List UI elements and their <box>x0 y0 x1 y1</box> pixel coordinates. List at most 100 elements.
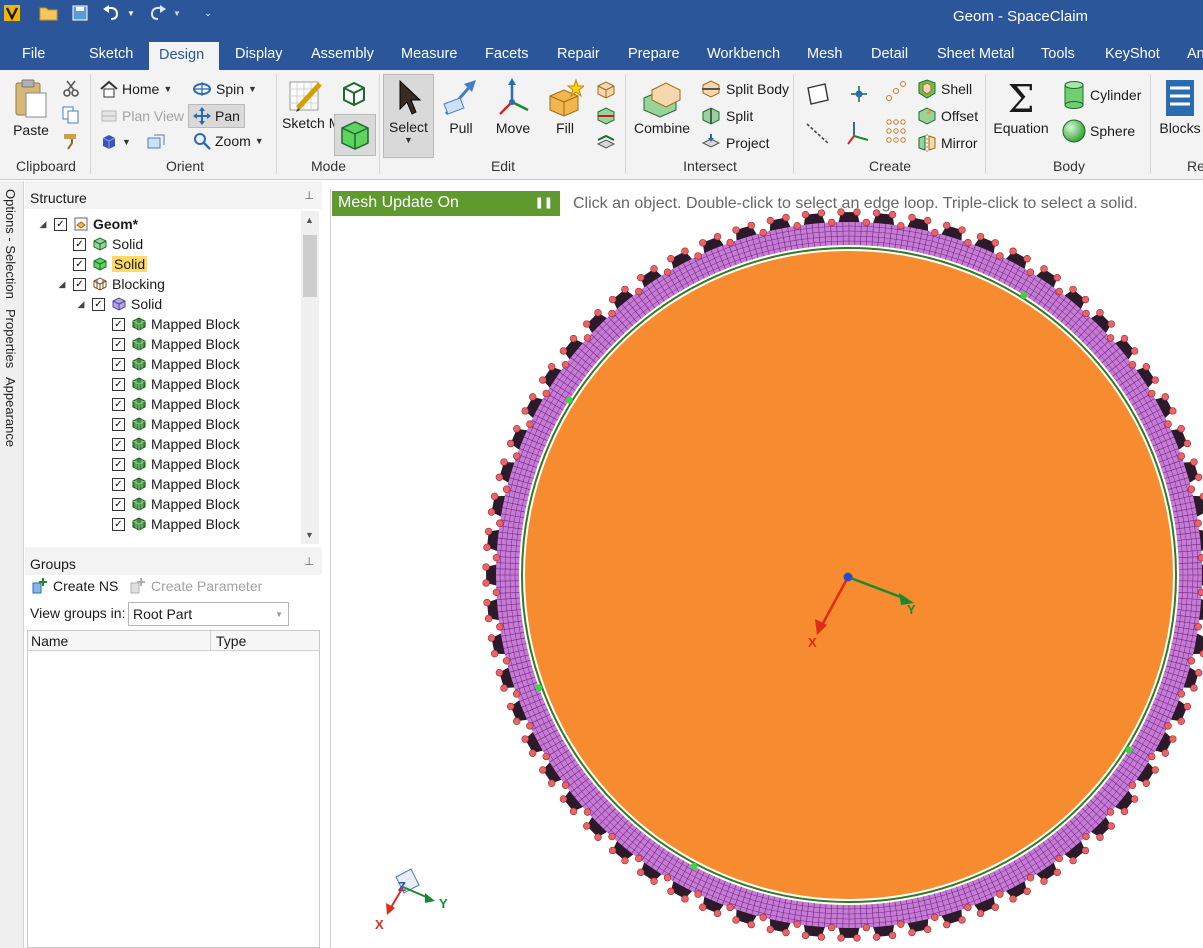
mesh-vertex[interactable] <box>766 216 775 225</box>
mesh-vertex[interactable] <box>492 553 501 562</box>
mesh-vertex[interactable] <box>1169 735 1177 743</box>
model-view[interactable]: Y X Z Y X <box>331 189 1203 948</box>
mesh-vertex[interactable] <box>726 903 734 912</box>
mesh-vertex[interactable] <box>964 238 972 247</box>
tree-node-mapped-block[interactable]: ✓ Mapped Block <box>25 334 301 354</box>
app-logo-icon[interactable] <box>2 2 22 24</box>
mesh-vertex[interactable] <box>1169 407 1177 415</box>
edge-marker[interactable] <box>1125 746 1133 754</box>
mesh-vertex[interactable] <box>547 779 556 787</box>
tree-node-mapped-block[interactable]: ✓ Mapped Block <box>25 314 301 334</box>
mesh-vertex[interactable] <box>964 903 972 912</box>
mesh-vertex[interactable] <box>943 920 951 929</box>
column-divider[interactable] <box>210 631 211 651</box>
tab-assembly[interactable]: Assembly <box>311 46 374 62</box>
rectangular-pattern-button[interactable] <box>885 118 907 146</box>
mesh-vertex[interactable] <box>923 216 932 225</box>
save-icon[interactable] <box>70 2 90 24</box>
mesh-vertex[interactable] <box>1130 795 1139 803</box>
mesh-vertex[interactable] <box>608 309 616 318</box>
tab-mesh[interactable]: Mesh <box>807 46 842 62</box>
tab-prepare[interactable]: Prepare <box>628 46 680 62</box>
mesh-vertex[interactable] <box>872 209 881 217</box>
tree-node-solid-selected[interactable]: ✓ Solid <box>25 254 301 274</box>
mesh-vertex[interactable] <box>561 781 570 789</box>
mesh-vertex[interactable] <box>529 749 537 757</box>
mesh-vertex[interactable] <box>908 928 916 937</box>
mesh-vertex[interactable] <box>1177 690 1186 698</box>
mesh-vertex[interactable] <box>513 717 521 725</box>
mesh-vertex[interactable] <box>1055 287 1063 296</box>
mesh-vertex[interactable] <box>496 623 504 631</box>
mesh-vertex[interactable] <box>1187 485 1196 493</box>
mesh-vertex[interactable] <box>569 807 578 816</box>
visibility-checkbox[interactable]: ✓ <box>112 317 125 331</box>
tab-repair[interactable]: Repair <box>557 46 600 62</box>
mesh-vertex[interactable] <box>506 702 515 711</box>
mesh-vertex[interactable] <box>793 920 801 928</box>
expand-arrow-icon[interactable]: ◢ <box>57 279 67 290</box>
mesh-vertex[interactable] <box>766 925 775 934</box>
mesh-vertex[interactable] <box>759 228 767 237</box>
mesh-vertex[interactable] <box>908 213 916 222</box>
tab-properties[interactable]: Properties <box>3 309 18 368</box>
visibility-checkbox[interactable]: ✓ <box>73 257 86 271</box>
orientation-triad[interactable]: Z Y X <box>375 868 448 932</box>
mesh-vertex[interactable] <box>650 877 658 885</box>
mesh-vertex[interactable] <box>1128 781 1137 789</box>
mesh-vertex[interactable] <box>506 439 515 448</box>
mesh-vertex[interactable] <box>495 473 504 481</box>
create-ns-button[interactable]: Create NS <box>31 577 118 595</box>
tree-node-mapped-block[interactable]: ✓ Mapped Block <box>25 414 301 434</box>
mesh-vertex[interactable] <box>1023 255 1031 263</box>
mesh-vertex[interactable] <box>608 846 617 855</box>
visibility-checkbox[interactable]: ✓ <box>112 337 125 351</box>
mesh-vertex[interactable] <box>594 833 602 841</box>
tab-tools[interactable]: Tools <box>1041 46 1075 62</box>
tree-node-blocking-solid[interactable]: ◢ ✓ Solid <box>25 294 301 314</box>
mesh-vertex[interactable] <box>976 909 985 918</box>
mesh-vertex[interactable] <box>958 916 966 924</box>
mesh-vertex[interactable] <box>976 232 985 241</box>
mesh-vertex[interactable] <box>681 247 689 255</box>
mesh-vertex[interactable] <box>482 579 490 587</box>
blocks-button[interactable]: Blocks <box>1157 78 1203 136</box>
mesh-vertex[interactable] <box>681 895 689 903</box>
mesh-vertex[interactable] <box>782 928 790 937</box>
zoom-button[interactable]: Zoom ▼ <box>193 132 264 150</box>
mesh-vertex[interactable] <box>853 208 861 216</box>
view-cube-button[interactable]: ▼ <box>100 133 131 151</box>
mesh-vertex[interactable] <box>559 347 568 355</box>
mesh-vertex[interactable] <box>888 931 897 940</box>
tree-node-mapped-block[interactable]: ✓ Mapped Block <box>25 454 301 474</box>
fill-button[interactable]: Fill <box>544 78 586 136</box>
mesh-vertex[interactable] <box>897 222 905 230</box>
3d-mode-button[interactable] <box>334 114 376 156</box>
mesh-vertex[interactable] <box>559 795 568 803</box>
edge-marker[interactable] <box>565 396 573 404</box>
tab-appearance[interactable]: Appearance <box>3 377 18 447</box>
mesh-vertex[interactable] <box>713 232 722 241</box>
mesh-vertex[interactable] <box>1142 363 1151 371</box>
mesh-vertex[interactable] <box>713 909 722 918</box>
tab-facets[interactable]: Facets <box>485 46 529 62</box>
spin-button[interactable]: Spin ▼ <box>192 80 257 98</box>
plane-button[interactable] <box>805 82 831 106</box>
mesh-vertex[interactable] <box>483 543 491 552</box>
customize-toolbar-icon[interactable]: ⌄ <box>202 2 214 24</box>
scroll-up-icon[interactable]: ▲ <box>305 215 314 225</box>
pan-button[interactable]: Pan <box>188 104 245 128</box>
visibility-checkbox[interactable]: ✓ <box>112 457 125 471</box>
offset-button[interactable]: Offset <box>917 106 978 126</box>
tab-detail[interactable]: Detail <box>871 46 908 62</box>
visibility-checkbox[interactable]: ✓ <box>92 297 105 311</box>
column-header-name[interactable]: Name <box>31 633 68 649</box>
mesh-vertex[interactable] <box>1082 309 1090 318</box>
mesh-vertex[interactable] <box>667 887 675 895</box>
mesh-vertex[interactable] <box>637 273 645 282</box>
open-folder-icon[interactable] <box>38 2 60 24</box>
mesh-vertex[interactable] <box>782 213 790 222</box>
mesh-vertex[interactable] <box>801 210 810 219</box>
mesh-vertex[interactable] <box>487 634 496 642</box>
expand-arrow-icon[interactable]: ◢ <box>38 219 48 230</box>
